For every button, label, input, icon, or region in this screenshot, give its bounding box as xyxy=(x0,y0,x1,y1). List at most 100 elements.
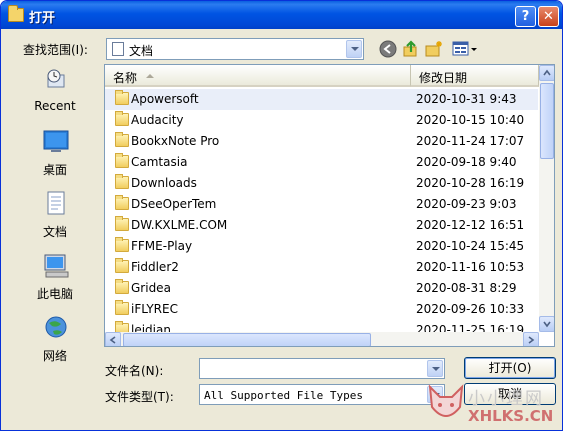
folder-icon xyxy=(8,5,24,22)
scroll-up-button[interactable] xyxy=(539,65,554,81)
file-date: 2020-11-16 10:53 xyxy=(416,260,525,274)
documents-icon xyxy=(47,191,65,215)
lookin-combo[interactable]: 文档 xyxy=(106,38,364,60)
file-row[interactable]: Camtasia 2020-09-18 9:40 xyxy=(105,152,538,173)
file-name: Gridea xyxy=(131,281,171,295)
title-bar[interactable]: 打开 ? ✕ xyxy=(1,1,562,29)
file-name: Downloads xyxy=(131,176,197,190)
horizontal-scrollbar[interactable] xyxy=(105,332,539,346)
file-date: 2020-10-31 9:43 xyxy=(416,92,517,106)
places-bar: Recent 桌面 文档 此电脑 网络 xyxy=(9,63,101,368)
file-list[interactable]: 名称 修改日期 Apowersoft 2020-10-31 9:43 Audacit… xyxy=(104,64,555,347)
network-icon xyxy=(45,316,67,338)
new-folder-icon[interactable] xyxy=(425,40,443,58)
watermark: 小小理网 XHLKS.CN xyxy=(426,381,562,430)
column-header-name[interactable]: 名称 xyxy=(105,65,411,87)
file-row[interactable]: Gridea 2020-08-31 8:29 xyxy=(105,278,538,299)
file-name: FFME-Play xyxy=(131,239,193,253)
up-folder-icon[interactable] xyxy=(402,40,420,58)
file-row[interactable]: BookxNote Pro 2020-11-24 17:07 xyxy=(105,131,538,152)
lookin-label: 查找范围(I): xyxy=(23,43,88,57)
watermark-line1: 小小理网 xyxy=(468,389,544,409)
folder-icon xyxy=(115,111,129,126)
desktop-icon xyxy=(43,130,69,152)
file-date: 2020-10-28 16:19 xyxy=(416,176,525,190)
place-recent[interactable]: Recent xyxy=(9,63,101,121)
filetype-label: 文件类型(T): xyxy=(105,390,174,404)
folder-icon xyxy=(115,216,129,231)
file-name: BookxNote Pro xyxy=(131,134,220,148)
column-date-label: 修改日期 xyxy=(419,71,468,85)
place-label: 桌面 xyxy=(42,163,67,177)
filetype-select[interactable]: All Supported File Types xyxy=(199,384,445,405)
horizontal-scroll-thumb[interactable] xyxy=(123,333,371,346)
filetype-value: All Supported File Types xyxy=(204,389,363,402)
scroll-right-button[interactable] xyxy=(523,332,539,346)
vertical-scrollbar[interactable] xyxy=(539,65,554,332)
folder-icon xyxy=(115,237,129,252)
column-name-label: 名称 xyxy=(113,71,138,85)
file-date: 2020-10-24 15:45 xyxy=(416,239,525,253)
filename-input[interactable] xyxy=(199,358,445,379)
open-button[interactable]: 打开(O) xyxy=(464,357,556,379)
file-name: Audacity xyxy=(131,113,184,127)
folder-icon xyxy=(115,258,129,273)
folder-icon xyxy=(115,279,129,294)
place-label: 文档 xyxy=(42,225,67,239)
folder-icon xyxy=(115,90,129,105)
scroll-down-button[interactable] xyxy=(539,316,554,332)
fox-logo-icon xyxy=(428,384,464,417)
file-row[interactable]: Downloads 2020-10-28 16:19 xyxy=(105,173,538,194)
file-row[interactable]: Audacity 2020-10-15 10:40 xyxy=(105,110,538,131)
window-title: 打开 xyxy=(29,11,56,26)
file-row[interactable]: DSeeOperTem 2020-09-23 9:03 xyxy=(105,194,538,215)
chevron-up-icon xyxy=(543,69,551,76)
lookin-dropdown-arrow[interactable] xyxy=(346,40,362,58)
lookin-value: 文档 xyxy=(129,44,154,58)
place-documents[interactable]: 文档 xyxy=(9,187,101,245)
folder-icon xyxy=(115,195,129,210)
chevron-left-icon xyxy=(109,336,116,344)
file-date: 2020-12-12 16:51 xyxy=(416,218,525,232)
file-name: Apowersoft xyxy=(131,92,199,106)
recent-icon xyxy=(47,69,65,88)
scroll-left-button[interactable] xyxy=(105,332,121,346)
place-label: Recent xyxy=(34,99,76,113)
file-row[interactable]: iFLYREC 2020-09-26 10:33 xyxy=(105,299,538,320)
vertical-scroll-thumb[interactable] xyxy=(540,83,554,159)
view-menu-icon[interactable] xyxy=(452,40,478,58)
place-network[interactable]: 网络 xyxy=(9,311,101,369)
close-button[interactable]: ✕ xyxy=(538,6,559,27)
folder-icon xyxy=(115,132,129,147)
filename-dropdown-arrow[interactable] xyxy=(427,360,443,377)
computer-icon xyxy=(44,254,69,278)
help-button[interactable]: ? xyxy=(515,6,536,27)
file-row[interactable]: Fiddler2 2020-11-16 10:53 xyxy=(105,257,538,278)
chevron-right-icon xyxy=(528,336,535,344)
watermark-line2: XHLKS.CN xyxy=(468,407,554,425)
file-date: 2020-10-15 10:40 xyxy=(416,113,525,127)
column-header-date[interactable]: 修改日期 xyxy=(411,65,539,87)
file-date: 2020-11-24 17:07 xyxy=(416,134,525,148)
place-computer[interactable]: 此电脑 xyxy=(9,249,101,307)
chevron-down-icon xyxy=(543,321,551,328)
file-date: 2020-08-31 8:29 xyxy=(416,281,517,295)
file-row[interactable]: FFME-Play 2020-10-24 15:45 xyxy=(105,236,538,257)
filename-label: 文件名(N): xyxy=(105,364,164,378)
file-row[interactable]: DW.KXLME.COM 2020-12-12 16:51 xyxy=(105,215,538,236)
folder-icon xyxy=(115,174,129,189)
file-date: 2020-09-18 9:40 xyxy=(416,155,517,169)
open-file-dialog: 打开 ? ✕ 查找范围(I): 文档 Recent 桌面 文档 此电脑 网络 名… xyxy=(0,0,563,431)
file-row[interactable]: Apowersoft 2020-10-31 9:43 xyxy=(105,89,538,110)
file-date: 2020-09-26 10:33 xyxy=(416,302,525,316)
back-icon[interactable] xyxy=(379,40,397,58)
file-name: Fiddler2 xyxy=(131,260,179,274)
sort-ascending-icon xyxy=(146,74,154,78)
document-folder-icon xyxy=(112,42,124,56)
file-name: DSeeOperTem xyxy=(131,197,217,211)
place-label: 网络 xyxy=(42,349,67,363)
folder-icon xyxy=(115,153,129,168)
place-desktop[interactable]: 桌面 xyxy=(9,125,101,183)
file-name: DW.KXLME.COM xyxy=(131,218,228,232)
place-label: 此电脑 xyxy=(36,287,73,301)
